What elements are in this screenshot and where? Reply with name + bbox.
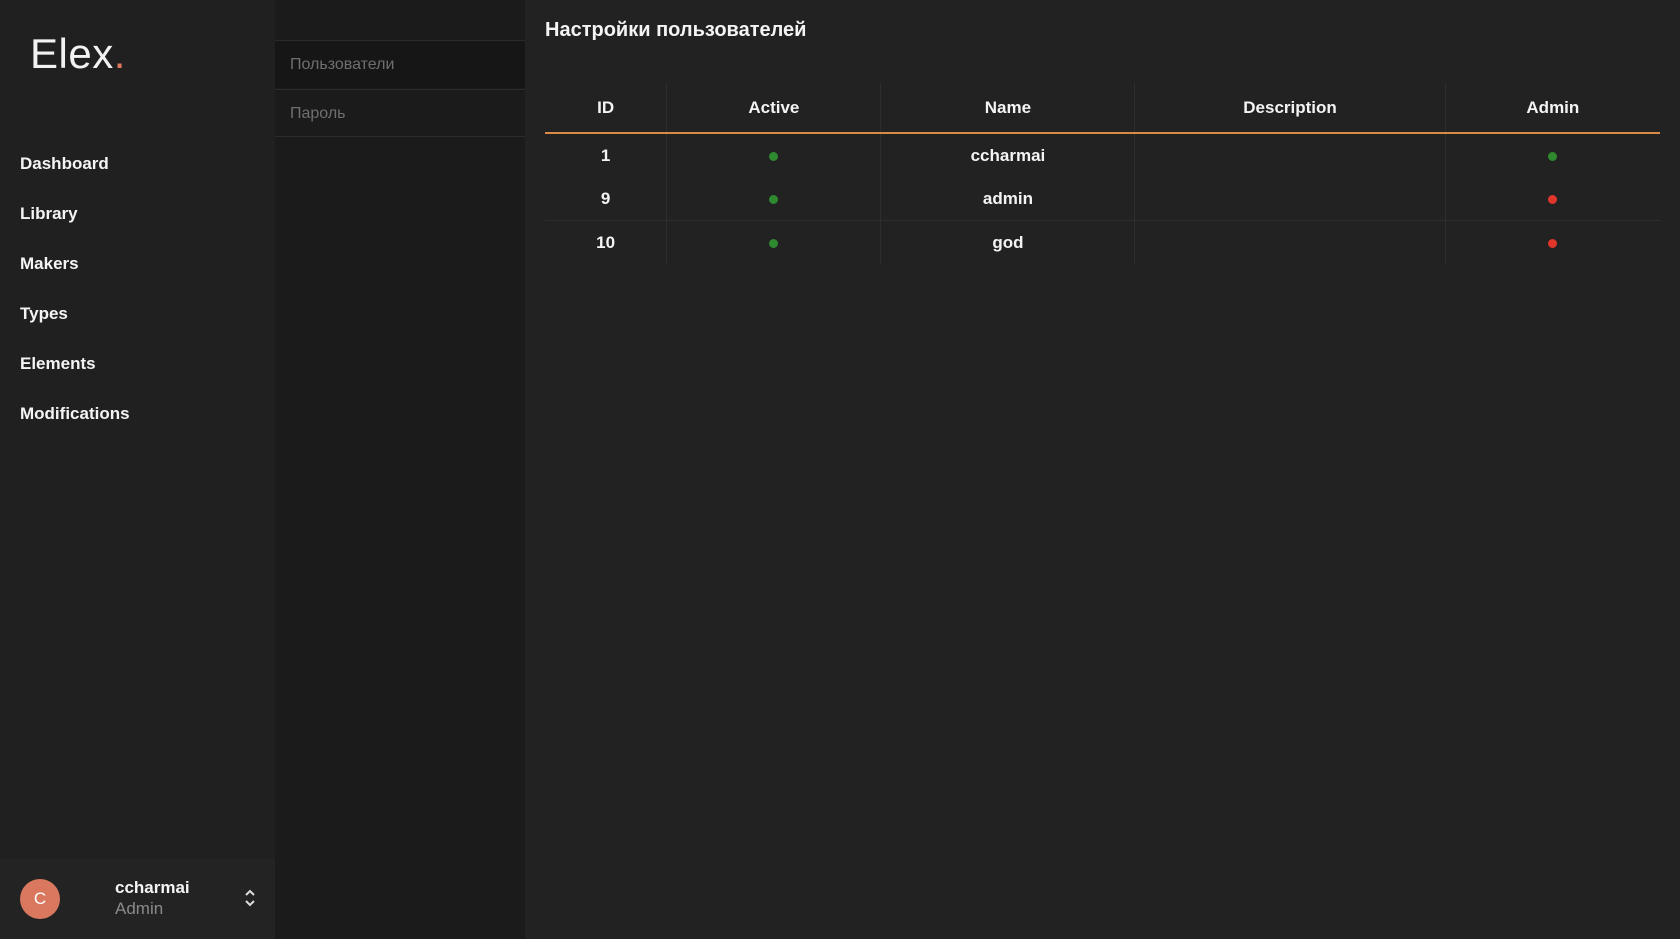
chevron-up-down-icon[interactable] xyxy=(243,887,257,909)
sidebar: Elex. Dashboard Library Makers Types Ele… xyxy=(0,0,275,939)
cell-id: 10 xyxy=(545,220,668,264)
column-header-description[interactable]: Description xyxy=(1134,83,1446,134)
user-box[interactable]: C ccharmai Admin xyxy=(0,859,275,939)
table-row[interactable]: 9 admin xyxy=(545,177,1660,221)
table-row[interactable]: 10 god xyxy=(545,220,1660,264)
status-dot-icon xyxy=(769,151,779,161)
user-name: ccharmai xyxy=(115,878,190,897)
avatar: C xyxy=(20,879,60,919)
cell-active xyxy=(666,220,882,264)
status-dot-icon xyxy=(1548,194,1558,204)
cell-description xyxy=(1134,132,1446,177)
cell-id: 1 xyxy=(545,132,668,177)
status-dot-icon xyxy=(769,194,779,204)
column-header-name[interactable]: Name xyxy=(880,83,1136,134)
cell-active xyxy=(666,132,882,177)
cell-name: god xyxy=(880,220,1136,264)
column-header-id[interactable]: ID xyxy=(545,83,668,134)
status-dot-icon xyxy=(1548,151,1558,161)
cell-description xyxy=(1134,177,1446,221)
nav-item-dashboard[interactable]: Dashboard xyxy=(20,150,130,200)
cell-id: 9 xyxy=(545,177,668,221)
nav-item-elements[interactable]: Elements xyxy=(20,350,130,400)
cell-name: admin xyxy=(880,177,1136,221)
cell-admin xyxy=(1445,220,1660,264)
logo-dot: . xyxy=(113,30,126,77)
nav-item-modifications[interactable]: Modifications xyxy=(20,400,130,450)
subnav-item-password[interactable]: Пароль xyxy=(275,89,525,137)
cell-description xyxy=(1134,220,1446,264)
cell-active xyxy=(666,177,882,221)
page-title: Настройки пользователей xyxy=(545,19,807,41)
settings-subnav: Пользователи Пароль xyxy=(275,0,525,939)
nav-item-makers[interactable]: Makers xyxy=(20,250,130,300)
main-nav: Dashboard Library Makers Types Elements … xyxy=(20,150,130,450)
cell-admin xyxy=(1445,177,1660,221)
logo[interactable]: Elex. xyxy=(30,30,126,78)
table-header-row: ID Active Name Description Admin xyxy=(545,83,1660,134)
nav-item-types[interactable]: Types xyxy=(20,300,130,350)
main-content: Настройки пользователей ID Active Name D… xyxy=(525,0,1680,939)
status-dot-icon xyxy=(769,238,779,248)
user-role: Admin xyxy=(115,899,164,918)
cell-admin xyxy=(1445,132,1660,177)
users-table: ID Active Name Description Admin 1 cchar… xyxy=(545,83,1660,264)
logo-text: Elex xyxy=(30,30,114,77)
column-header-admin[interactable]: Admin xyxy=(1445,83,1660,134)
column-header-active[interactable]: Active xyxy=(666,83,882,134)
nav-item-library[interactable]: Library xyxy=(20,200,130,250)
subnav-item-users[interactable]: Пользователи xyxy=(275,40,525,88)
status-dot-icon xyxy=(1548,238,1558,248)
table-row[interactable]: 1 ccharmai xyxy=(545,132,1660,177)
cell-name: ccharmai xyxy=(880,132,1136,177)
